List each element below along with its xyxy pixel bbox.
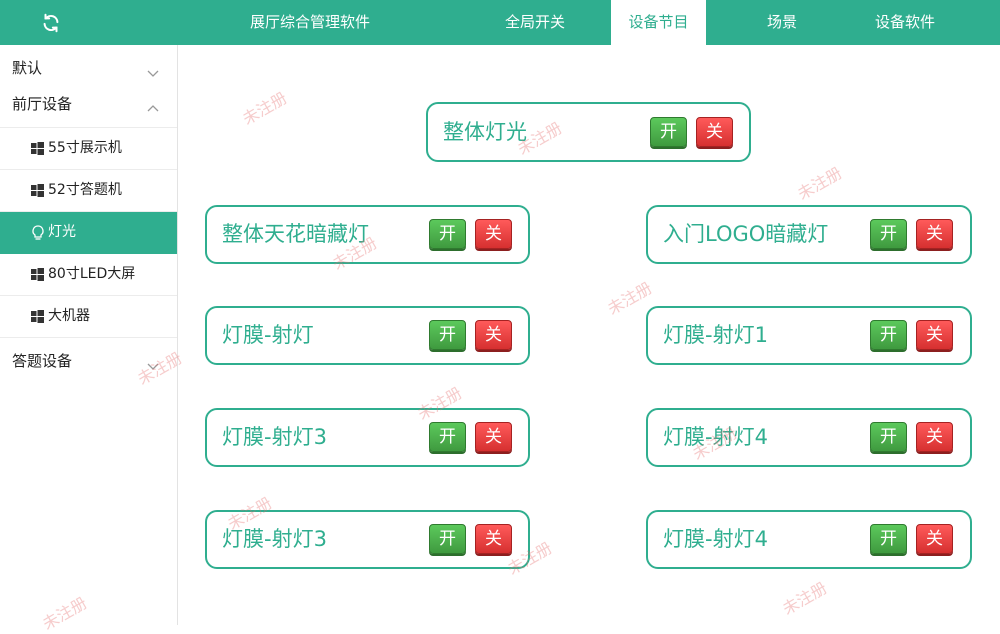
refresh-icon[interactable] — [38, 10, 64, 36]
sidebar-group-front-hall[interactable]: 前厅设备 — [0, 81, 177, 117]
on-button[interactable]: 开 — [429, 219, 466, 249]
sidebar: 默认 前厅设备 55寸展示机 52寸答题机 灯光 80寸LED大屏 大机器 答题… — [0, 45, 178, 625]
control-card: 灯膜-射灯 开 关 — [205, 306, 530, 365]
windows-icon — [30, 141, 45, 156]
sidebar-group-quiz[interactable]: 答题设备 — [0, 338, 177, 374]
off-button[interactable]: 关 — [916, 524, 953, 554]
app-title: 展厅综合管理软件 — [249, 13, 370, 31]
sidebar-item-label: 灯光 — [48, 224, 76, 240]
on-button[interactable]: 开 — [870, 422, 907, 452]
chevron-down-icon — [147, 344, 159, 390]
on-button[interactable]: 开 — [870, 219, 907, 249]
off-button[interactable]: 关 — [916, 422, 953, 452]
off-button[interactable]: 关 — [475, 524, 512, 554]
sidebar-item-80-led[interactable]: 80寸LED大屏 — [0, 254, 177, 296]
tab-device-program[interactable]: 设备节目 — [611, 0, 706, 45]
group-label: 答题设备 — [12, 352, 73, 370]
sidebar-item-big-machine[interactable]: 大机器 — [0, 296, 177, 338]
control-label: 灯膜-射灯3 — [222, 527, 327, 551]
control-card: 整体天花暗藏灯 开 关 — [205, 205, 530, 264]
tab-device-software[interactable]: 设备软件 — [855, 0, 955, 45]
control-card: 灯膜-射灯4 开 关 — [646, 510, 972, 569]
off-button[interactable]: 关 — [696, 117, 733, 147]
control-card: 灯膜-射灯1 开 关 — [646, 306, 972, 365]
tab-scene[interactable]: 场景 — [737, 0, 827, 45]
off-button[interactable]: 关 — [916, 219, 953, 249]
windows-icon — [30, 183, 45, 198]
sidebar-item-52-quiz[interactable]: 52寸答题机 — [0, 170, 177, 212]
on-button[interactable]: 开 — [429, 422, 466, 452]
sidebar-item-lighting[interactable]: 灯光 — [0, 212, 177, 254]
on-button[interactable]: 开 — [429, 524, 466, 554]
sidebar-item-label: 55寸展示机 — [48, 140, 122, 156]
top-bar: 展厅综合管理软件 全局开关 设备节目 场景 设备软件 — [0, 0, 1000, 45]
on-button[interactable]: 开 — [870, 320, 907, 350]
control-card: 整体灯光 开 关 — [426, 102, 751, 162]
control-label: 整体天花暗藏灯 — [222, 222, 369, 246]
control-label: 灯膜-射灯1 — [663, 323, 768, 347]
control-label: 入门LOGO暗藏灯 — [663, 222, 829, 246]
group-label: 前厅设备 — [12, 95, 73, 113]
sidebar-item-label: 大机器 — [48, 308, 90, 324]
watermark: 未注册 — [239, 88, 291, 129]
control-label: 灯膜-射灯3 — [222, 425, 327, 449]
off-button[interactable]: 关 — [916, 320, 953, 350]
control-label: 整体灯光 — [443, 120, 527, 144]
control-card: 入门LOGO暗藏灯 开 关 — [646, 205, 972, 264]
off-button[interactable]: 关 — [475, 219, 512, 249]
sidebar-item-55-display[interactable]: 55寸展示机 — [0, 127, 177, 170]
sidebar-item-label: 52寸答题机 — [48, 182, 122, 198]
sidebar-group-default[interactable]: 默认 — [0, 45, 177, 81]
watermark: 未注册 — [794, 163, 846, 204]
control-label: 灯膜-射灯4 — [663, 527, 768, 551]
control-label: 灯膜-射灯4 — [663, 425, 768, 449]
bulb-icon — [30, 224, 45, 240]
tab-global-switch[interactable]: 全局开关 — [475, 0, 595, 45]
windows-icon — [30, 267, 45, 282]
windows-icon — [30, 309, 45, 324]
on-button[interactable]: 开 — [650, 117, 687, 147]
on-button[interactable]: 开 — [870, 524, 907, 554]
off-button[interactable]: 关 — [475, 422, 512, 452]
off-button[interactable]: 关 — [475, 320, 512, 350]
control-card: 灯膜-射灯3 开 关 — [205, 408, 530, 467]
sidebar-item-label: 80寸LED大屏 — [48, 266, 136, 282]
control-label: 灯膜-射灯 — [222, 323, 314, 347]
control-card: 灯膜-射灯3 开 关 — [205, 510, 530, 569]
control-card: 灯膜-射灯4 开 关 — [646, 408, 972, 467]
chevron-up-icon — [147, 87, 159, 133]
on-button[interactable]: 开 — [429, 320, 466, 350]
watermark: 未注册 — [779, 578, 831, 619]
group-label: 默认 — [12, 59, 43, 77]
